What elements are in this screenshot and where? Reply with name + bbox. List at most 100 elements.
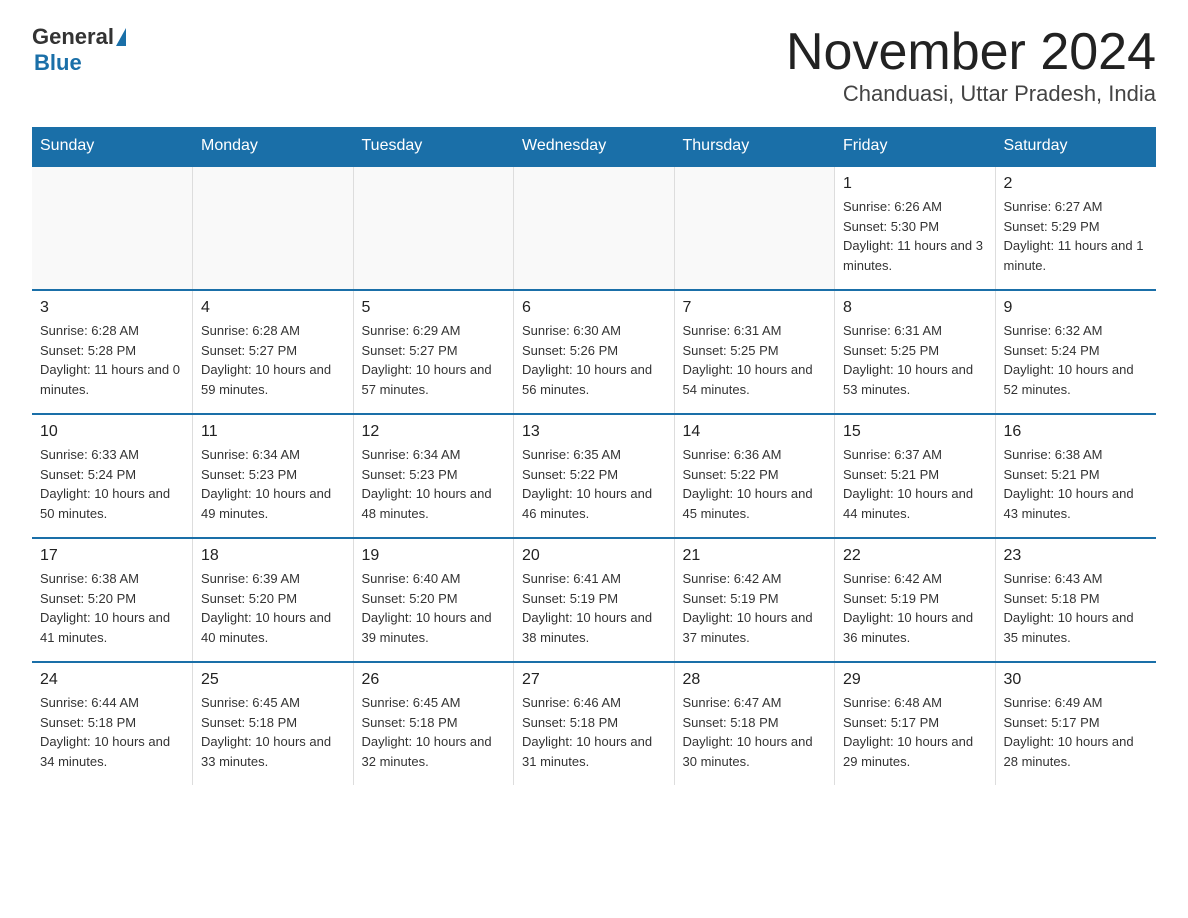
- calendar-cell: 26 Sunrise: 6:45 AMSunset: 5:18 PMDayligh…: [353, 662, 514, 785]
- day-number: 16: [1004, 423, 1148, 441]
- day-number: 30: [1004, 671, 1148, 689]
- day-info: Sunrise: 6:43 AMSunset: 5:18 PMDaylight:…: [1004, 569, 1148, 647]
- calendar-cell: 9 Sunrise: 6:32 AMSunset: 5:24 PMDaylight…: [995, 290, 1156, 414]
- day-info: Sunrise: 6:33 AMSunset: 5:24 PMDaylight:…: [40, 445, 184, 523]
- day-info: Sunrise: 6:46 AMSunset: 5:18 PMDaylight:…: [522, 693, 666, 771]
- day-number: 2: [1004, 175, 1148, 193]
- weekday-header-sunday: Sunday: [32, 127, 193, 166]
- calendar-cell: 23 Sunrise: 6:43 AMSunset: 5:18 PMDayligh…: [995, 538, 1156, 662]
- day-info: Sunrise: 6:49 AMSunset: 5:17 PMDaylight:…: [1004, 693, 1148, 771]
- calendar-cell: 24 Sunrise: 6:44 AMSunset: 5:18 PMDayligh…: [32, 662, 193, 785]
- calendar-body: 1 Sunrise: 6:26 AMSunset: 5:30 PMDaylight…: [32, 166, 1156, 785]
- calendar-week-1: 1 Sunrise: 6:26 AMSunset: 5:30 PMDaylight…: [32, 166, 1156, 290]
- day-info: Sunrise: 6:28 AMSunset: 5:27 PMDaylight:…: [201, 321, 345, 399]
- day-info: Sunrise: 6:38 AMSunset: 5:20 PMDaylight:…: [40, 569, 184, 647]
- calendar-cell: 18Sunrise: 6:39 AMSunset: 5:20 PMDayligh…: [193, 538, 354, 662]
- calendar-subtitle: Chanduasi, Uttar Pradesh, India: [786, 81, 1156, 107]
- day-number: 20: [522, 547, 666, 565]
- day-info: Sunrise: 6:26 AMSunset: 5:30 PMDaylight:…: [843, 197, 987, 275]
- calendar-cell: 15Sunrise: 6:37 AMSunset: 5:21 PMDayligh…: [835, 414, 996, 538]
- calendar-cell: 13 Sunrise: 6:35 AMSunset: 5:22 PMDayligh…: [514, 414, 675, 538]
- day-number: 10: [40, 423, 184, 441]
- day-number: 7: [683, 299, 827, 317]
- day-number: 15: [843, 423, 987, 441]
- calendar-cell: 3Sunrise: 6:28 AMSunset: 5:28 PMDaylight…: [32, 290, 193, 414]
- day-info: Sunrise: 6:42 AMSunset: 5:19 PMDaylight:…: [683, 569, 827, 647]
- day-info: Sunrise: 6:38 AMSunset: 5:21 PMDaylight:…: [1004, 445, 1148, 523]
- day-info: Sunrise: 6:31 AMSunset: 5:25 PMDaylight:…: [683, 321, 827, 399]
- calendar-header: SundayMondayTuesdayWednesdayThursdayFrid…: [32, 127, 1156, 166]
- day-number: 23: [1004, 547, 1148, 565]
- calendar-cell: 10 Sunrise: 6:33 AMSunset: 5:24 PMDayligh…: [32, 414, 193, 538]
- day-info: Sunrise: 6:35 AMSunset: 5:22 PMDaylight:…: [522, 445, 666, 523]
- calendar-cell: [674, 166, 835, 290]
- day-number: 29: [843, 671, 987, 689]
- calendar-cell: 2 Sunrise: 6:27 AMSunset: 5:29 PMDaylight…: [995, 166, 1156, 290]
- day-info: Sunrise: 6:34 AMSunset: 5:23 PMDaylight:…: [201, 445, 345, 523]
- calendar-cell: 12 Sunrise: 6:34 AMSunset: 5:23 PMDayligh…: [353, 414, 514, 538]
- calendar-cell: 29 Sunrise: 6:48 AMSunset: 5:17 PMDayligh…: [835, 662, 996, 785]
- calendar-cell: 7 Sunrise: 6:31 AMSunset: 5:25 PMDaylight…: [674, 290, 835, 414]
- day-info: Sunrise: 6:45 AMSunset: 5:18 PMDaylight:…: [362, 693, 506, 771]
- calendar-cell: 25Sunrise: 6:45 AMSunset: 5:18 PMDayligh…: [193, 662, 354, 785]
- calendar-table: SundayMondayTuesdayWednesdayThursdayFrid…: [32, 127, 1156, 785]
- day-number: 3: [40, 299, 184, 317]
- day-info: Sunrise: 6:45 AMSunset: 5:18 PMDaylight:…: [201, 693, 345, 771]
- day-number: 14: [683, 423, 827, 441]
- weekday-header-tuesday: Tuesday: [353, 127, 514, 166]
- day-number: 19: [362, 547, 506, 565]
- day-number: 24: [40, 671, 184, 689]
- weekday-header-wednesday: Wednesday: [514, 127, 675, 166]
- day-number: 27: [522, 671, 666, 689]
- calendar-cell: [32, 166, 193, 290]
- day-info: Sunrise: 6:40 AMSunset: 5:20 PMDaylight:…: [362, 569, 506, 647]
- day-number: 5: [362, 299, 506, 317]
- calendar-week-5: 24 Sunrise: 6:44 AMSunset: 5:18 PMDayligh…: [32, 662, 1156, 785]
- calendar-cell: 6 Sunrise: 6:30 AMSunset: 5:26 PMDaylight…: [514, 290, 675, 414]
- calendar-cell: 14 Sunrise: 6:36 AMSunset: 5:22 PMDayligh…: [674, 414, 835, 538]
- day-info: Sunrise: 6:48 AMSunset: 5:17 PMDaylight:…: [843, 693, 987, 771]
- weekday-header-monday: Monday: [193, 127, 354, 166]
- calendar-cell: 22 Sunrise: 6:42 AMSunset: 5:19 PMDayligh…: [835, 538, 996, 662]
- calendar-cell: 5 Sunrise: 6:29 AMSunset: 5:27 PMDaylight…: [353, 290, 514, 414]
- calendar-cell: 11Sunrise: 6:34 AMSunset: 5:23 PMDayligh…: [193, 414, 354, 538]
- weekday-header-saturday: Saturday: [995, 127, 1156, 166]
- page-header: General Blue November 2024 Chanduasi, Ut…: [32, 24, 1156, 107]
- logo-text-blue: Blue: [34, 50, 82, 76]
- day-info: Sunrise: 6:34 AMSunset: 5:23 PMDaylight:…: [362, 445, 506, 523]
- calendar-cell: 20 Sunrise: 6:41 AMSunset: 5:19 PMDayligh…: [514, 538, 675, 662]
- logo: General Blue: [32, 24, 128, 76]
- calendar-cell: 27 Sunrise: 6:46 AMSunset: 5:18 PMDayligh…: [514, 662, 675, 785]
- day-number: 6: [522, 299, 666, 317]
- day-info: Sunrise: 6:29 AMSunset: 5:27 PMDaylight:…: [362, 321, 506, 399]
- day-info: Sunrise: 6:27 AMSunset: 5:29 PMDaylight:…: [1004, 197, 1148, 275]
- day-info: Sunrise: 6:44 AMSunset: 5:18 PMDaylight:…: [40, 693, 184, 771]
- calendar-cell: 4 Sunrise: 6:28 AMSunset: 5:27 PMDaylight…: [193, 290, 354, 414]
- day-number: 26: [362, 671, 506, 689]
- weekday-header-row: SundayMondayTuesdayWednesdayThursdayFrid…: [32, 127, 1156, 166]
- day-number: 12: [362, 423, 506, 441]
- day-number: 9: [1004, 299, 1148, 317]
- day-number: 22: [843, 547, 987, 565]
- calendar-cell: 28Sunrise: 6:47 AMSunset: 5:18 PMDayligh…: [674, 662, 835, 785]
- calendar-cell: 19 Sunrise: 6:40 AMSunset: 5:20 PMDayligh…: [353, 538, 514, 662]
- calendar-cell: [193, 166, 354, 290]
- calendar-cell: 1 Sunrise: 6:26 AMSunset: 5:30 PMDaylight…: [835, 166, 996, 290]
- day-info: Sunrise: 6:32 AMSunset: 5:24 PMDaylight:…: [1004, 321, 1148, 399]
- calendar-cell: [353, 166, 514, 290]
- day-info: Sunrise: 6:42 AMSunset: 5:19 PMDaylight:…: [843, 569, 987, 647]
- day-number: 1: [843, 175, 987, 193]
- day-info: Sunrise: 6:41 AMSunset: 5:19 PMDaylight:…: [522, 569, 666, 647]
- weekday-header-friday: Friday: [835, 127, 996, 166]
- day-number: 8: [843, 299, 987, 317]
- calendar-cell: 8Sunrise: 6:31 AMSunset: 5:25 PMDaylight…: [835, 290, 996, 414]
- weekday-header-thursday: Thursday: [674, 127, 835, 166]
- day-info: Sunrise: 6:47 AMSunset: 5:18 PMDaylight:…: [683, 693, 827, 771]
- day-info: Sunrise: 6:39 AMSunset: 5:20 PMDaylight:…: [201, 569, 345, 647]
- calendar-title: November 2024: [786, 24, 1156, 81]
- calendar-week-2: 3Sunrise: 6:28 AMSunset: 5:28 PMDaylight…: [32, 290, 1156, 414]
- day-number: 4: [201, 299, 345, 317]
- day-info: Sunrise: 6:36 AMSunset: 5:22 PMDaylight:…: [683, 445, 827, 523]
- day-info: Sunrise: 6:30 AMSunset: 5:26 PMDaylight:…: [522, 321, 666, 399]
- day-number: 13: [522, 423, 666, 441]
